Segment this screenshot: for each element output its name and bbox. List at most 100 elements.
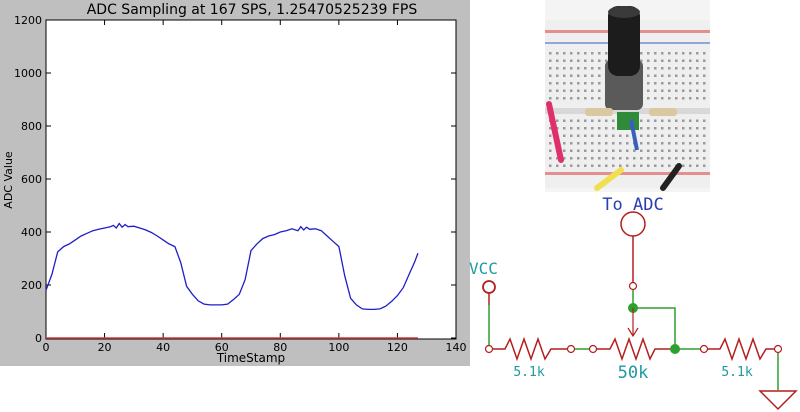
breadboard-hole — [682, 82, 685, 85]
breadboard-hole — [654, 82, 657, 85]
breadboard-hole — [591, 74, 594, 77]
breadboard-hole — [577, 52, 580, 55]
breadboard-hole — [570, 67, 573, 70]
breadboard-hole — [647, 127, 650, 130]
breadboard-hole — [577, 74, 580, 77]
breadboard-hole — [668, 74, 671, 77]
breadboard-hole — [696, 89, 699, 92]
breadboard-hole — [654, 149, 657, 152]
breadboard-hole — [591, 134, 594, 137]
x-axis-label: TimeStamp — [216, 351, 285, 365]
x-tick-label: 100 — [328, 341, 349, 354]
breadboard-hole — [661, 97, 664, 100]
chart-title: ADC Sampling at 167 SPS, 1.25470525239 F… — [87, 2, 418, 18]
vcc-label: VCC — [469, 259, 498, 278]
breadboard-hole — [654, 119, 657, 122]
breadboard-hole — [668, 82, 671, 85]
breadboard-hole — [563, 127, 566, 130]
breadboard-hole — [661, 89, 664, 92]
breadboard-hole — [549, 59, 552, 62]
breadboard-hole — [696, 52, 699, 55]
y-tick-label: 600 — [21, 173, 42, 186]
breadboard-hole — [577, 149, 580, 152]
breadboard-hole — [689, 164, 692, 167]
breadboard-hole — [661, 74, 664, 77]
breadboard-hole — [563, 59, 566, 62]
breadboard-hole — [605, 127, 608, 130]
breadboard-hole — [654, 164, 657, 167]
breadboard-hole — [584, 149, 587, 152]
breadboard-hole — [689, 67, 692, 70]
breadboard-hole — [647, 149, 650, 152]
breadboard-hole — [570, 164, 573, 167]
breadboard-hole — [682, 67, 685, 70]
breadboard-hole — [633, 157, 636, 160]
breadboard-hole — [661, 127, 664, 130]
breadboard-hole — [570, 119, 573, 122]
breadboard-hole — [549, 142, 552, 145]
breadboard-hole — [570, 74, 573, 77]
breadboard-hole — [689, 89, 692, 92]
breadboard-hole — [689, 157, 692, 160]
breadboard-hole — [661, 149, 664, 152]
breadboard-hole — [619, 157, 622, 160]
breadboard-hole — [682, 142, 685, 145]
breadboard-hole — [563, 74, 566, 77]
breadboard-hole — [591, 82, 594, 85]
breadboard-hole — [668, 52, 671, 55]
breadboard-hole — [703, 134, 706, 137]
breadboard-hole — [584, 119, 587, 122]
breadboard-hole — [703, 59, 706, 62]
breadboard-hole — [675, 74, 678, 77]
breadboard-hole — [675, 127, 678, 130]
breadboard-hole — [598, 89, 601, 92]
breadboard-hole — [640, 134, 643, 137]
breadboard-hole — [696, 164, 699, 167]
breadboard-hole — [647, 82, 650, 85]
breadboard-hole — [682, 89, 685, 92]
rail-bottom-red — [545, 172, 710, 175]
breadboard-hole — [668, 59, 671, 62]
breadboard-hole — [556, 74, 559, 77]
breadboard-hole — [598, 82, 601, 85]
x-tick-label: 140 — [446, 341, 467, 354]
breadboard-hole — [598, 142, 601, 145]
breadboard-hole — [619, 164, 622, 167]
breadboard-hole — [577, 164, 580, 167]
breadboard-hole — [682, 52, 685, 55]
breadboard-hole — [577, 97, 580, 100]
breadboard-hole — [696, 82, 699, 85]
breadboard-hole — [675, 52, 678, 55]
breadboard-hole — [556, 59, 559, 62]
y-tick-label: 1000 — [14, 67, 42, 80]
breadboard-hole — [570, 89, 573, 92]
breadboard-hole — [570, 82, 573, 85]
breadboard-hole — [598, 127, 601, 130]
resistor-right — [649, 108, 677, 116]
breadboard-hole — [577, 119, 580, 122]
breadboard-hole — [612, 119, 615, 122]
breadboard-hole — [549, 82, 552, 85]
r1-pin-left — [484, 344, 494, 354]
breadboard-hole — [598, 97, 601, 100]
breadboard-hole — [668, 157, 671, 160]
adc-pin — [628, 281, 638, 291]
breadboard-hole — [556, 67, 559, 70]
breadboard-hole — [591, 67, 594, 70]
breadboard-hole — [598, 164, 601, 167]
breadboard-hole — [563, 52, 566, 55]
breadboard-hole — [689, 127, 692, 130]
breadboard-hole — [598, 59, 601, 62]
breadboard-hole — [549, 67, 552, 70]
breadboard-hole — [682, 127, 685, 130]
breadboard-hole — [626, 157, 629, 160]
breadboard-hole — [591, 127, 594, 130]
breadboard-hole — [654, 89, 657, 92]
breadboard-hole — [661, 157, 664, 160]
breadboard-hole — [605, 157, 608, 160]
breadboard-hole — [563, 149, 566, 152]
breadboard-hole — [598, 157, 601, 160]
breadboard-hole — [626, 134, 629, 137]
breadboard-hole — [689, 74, 692, 77]
breadboard-hole — [703, 157, 706, 160]
